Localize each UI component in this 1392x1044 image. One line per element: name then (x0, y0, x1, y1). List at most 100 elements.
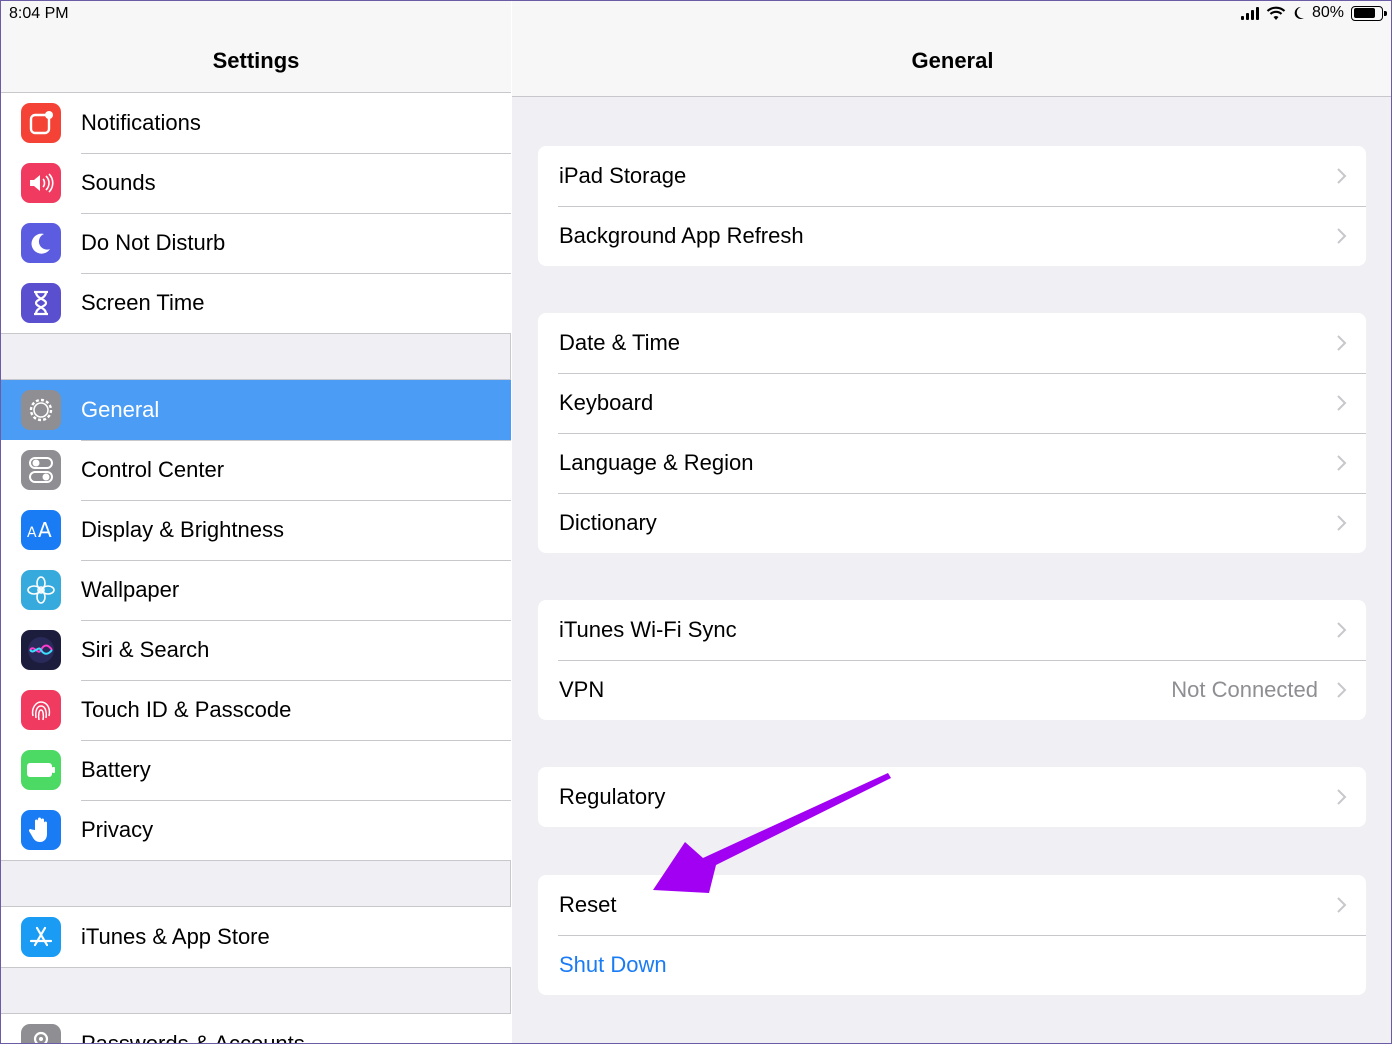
detail-group-regulatory: Regulatory (538, 767, 1366, 827)
row-label: iTunes Wi-Fi Sync (559, 617, 737, 642)
speaker-icon (21, 163, 61, 203)
general-detail-pane: General iPad Storage Background App Refr… (512, 1, 1391, 1043)
detail-group-locale: Date & Time Keyboard Language & Region D… (538, 313, 1366, 553)
status-indicators: 80% (1240, 4, 1387, 22)
do-not-disturb-moon-icon (1294, 6, 1304, 19)
sidebar-item-label: Screen Time (81, 290, 205, 315)
row-reset[interactable]: Reset (538, 875, 1366, 935)
detail-group-sync: iTunes Wi-Fi Sync VPN Not Connected (538, 600, 1366, 720)
svg-text:A: A (27, 525, 37, 541)
row-background-app-refresh[interactable]: Background App Refresh (538, 206, 1366, 266)
siri-icon (21, 630, 61, 670)
sidebar-item-general[interactable]: General (1, 380, 511, 440)
hourglass-icon (21, 283, 61, 323)
sidebar-title: Settings (212, 48, 300, 73)
row-shut-down[interactable]: Shut Down (538, 935, 1366, 995)
svg-text:A: A (38, 519, 52, 541)
row-ipad-storage[interactable]: iPad Storage (538, 146, 1366, 206)
toggles-icon (21, 450, 61, 490)
row-label: iPad Storage (559, 163, 687, 188)
chevron-right-icon (1337, 897, 1347, 913)
sidebar-item-label: Display & Brightness (81, 517, 284, 542)
sidebar-item-display-brightness[interactable]: AA Display & Brightness (1, 500, 511, 560)
chevron-right-icon (1337, 682, 1347, 698)
row-label: Background App Refresh (559, 223, 804, 248)
sidebar-item-label: Battery (81, 757, 151, 782)
sidebar-item-label: Notifications (81, 110, 201, 135)
row-language-region[interactable]: Language & Region (538, 433, 1366, 493)
chevron-right-icon (1337, 168, 1347, 184)
row-keyboard[interactable]: Keyboard (538, 373, 1366, 433)
row-date-time[interactable]: Date & Time (538, 313, 1366, 373)
sidebar-item-label: Touch ID & Passcode (81, 697, 292, 722)
sidebar-item-label: Control Center (81, 457, 225, 482)
sidebar-item-siri-search[interactable]: Siri & Search (1, 620, 511, 680)
sidebar-item-label: Passwords & Accounts (81, 1031, 305, 1044)
chevron-right-icon (1337, 228, 1347, 244)
sidebar-item-label: iTunes & App Store (81, 924, 270, 949)
sidebar-item-control-center[interactable]: Control Center (1, 440, 511, 500)
key-icon (21, 1024, 61, 1043)
sidebar-item-label: General (81, 397, 160, 422)
chevron-right-icon (1337, 455, 1347, 471)
sidebar-item-passwords-accounts[interactable]: Passwords & Accounts (1, 1014, 511, 1044)
vpn-status-value: Not Connected (1171, 677, 1318, 702)
row-regulatory[interactable]: Regulatory (538, 767, 1366, 827)
sidebar-item-label: Sounds (81, 170, 156, 195)
wifi-icon (1266, 6, 1286, 20)
row-label: Dictionary (559, 510, 657, 535)
sidebar-item-label: Wallpaper (81, 577, 180, 602)
shut-down-link: Shut Down (559, 952, 667, 977)
sidebar-group-2: General Control Center AA Display & Brig… (1, 379, 511, 861)
sidebar-group-3: iTunes & App Store (1, 906, 511, 968)
battery-percent: 80% (1311, 4, 1344, 21)
status-time: 8:04 PM (9, 5, 69, 22)
sidebar-item-screen-time[interactable]: Screen Time (1, 273, 511, 333)
row-label: Keyboard (559, 390, 654, 415)
settings-sidebar: Settings Notifications Sounds Do Not Dis… (1, 1, 511, 1044)
sidebar-item-sounds[interactable]: Sounds (1, 153, 511, 213)
sidebar-item-notifications[interactable]: Notifications (1, 93, 511, 153)
moon-icon (21, 223, 61, 263)
detail-group-reset: Reset Shut Down (538, 875, 1366, 995)
signal-icon (1240, 6, 1259, 20)
chevron-right-icon (1337, 789, 1347, 805)
flower-icon (21, 570, 61, 610)
fingerprint-icon (21, 690, 61, 730)
row-label: VPN (559, 677, 605, 702)
sidebar-item-label: Siri & Search (81, 637, 210, 662)
row-label: Reset (559, 892, 617, 917)
sidebar-item-label: Privacy (81, 817, 154, 842)
sidebar-item-itunes-app-store[interactable]: iTunes & App Store (1, 907, 511, 967)
notifications-icon (21, 103, 61, 143)
hand-icon (21, 810, 61, 850)
chevron-right-icon (1337, 335, 1347, 351)
detail-title: General (911, 48, 994, 73)
sidebar-header: Settings (1, 1, 511, 97)
battery-fill (1353, 8, 1376, 18)
gear-icon (21, 390, 61, 430)
row-label: Regulatory (559, 784, 666, 809)
row-label: Date & Time (559, 330, 681, 355)
chevron-right-icon (1337, 515, 1347, 531)
row-vpn[interactable]: VPN Not Connected (538, 660, 1366, 720)
sidebar-item-battery[interactable]: Battery (1, 740, 511, 800)
sidebar-item-label: Do Not Disturb (81, 230, 226, 255)
sidebar-item-privacy[interactable]: Privacy (1, 800, 511, 860)
chevron-right-icon (1337, 395, 1347, 411)
ipad-screen: Settings Notifications Sounds Do Not Dis… (0, 0, 1392, 1044)
sidebar-item-touch-id[interactable]: Touch ID & Passcode (1, 680, 511, 740)
battery-icon (1351, 5, 1387, 21)
row-dictionary[interactable]: Dictionary (538, 493, 1366, 553)
sidebar-group-1: Notifications Sounds Do Not Disturb Scre… (1, 92, 511, 334)
chevron-right-icon (1337, 622, 1347, 638)
row-itunes-wifi-sync[interactable]: iTunes Wi-Fi Sync (538, 600, 1366, 660)
battery-icon (21, 750, 61, 790)
sidebar-group-4: Passwords & Accounts (1, 1013, 511, 1044)
detail-group-storage: iPad Storage Background App Refresh (538, 146, 1366, 266)
text-size-icon: AA (21, 510, 61, 550)
row-label: Language & Region (559, 450, 754, 475)
app-store-icon (21, 917, 61, 957)
sidebar-item-wallpaper[interactable]: Wallpaper (1, 560, 511, 620)
sidebar-item-do-not-disturb[interactable]: Do Not Disturb (1, 213, 511, 273)
